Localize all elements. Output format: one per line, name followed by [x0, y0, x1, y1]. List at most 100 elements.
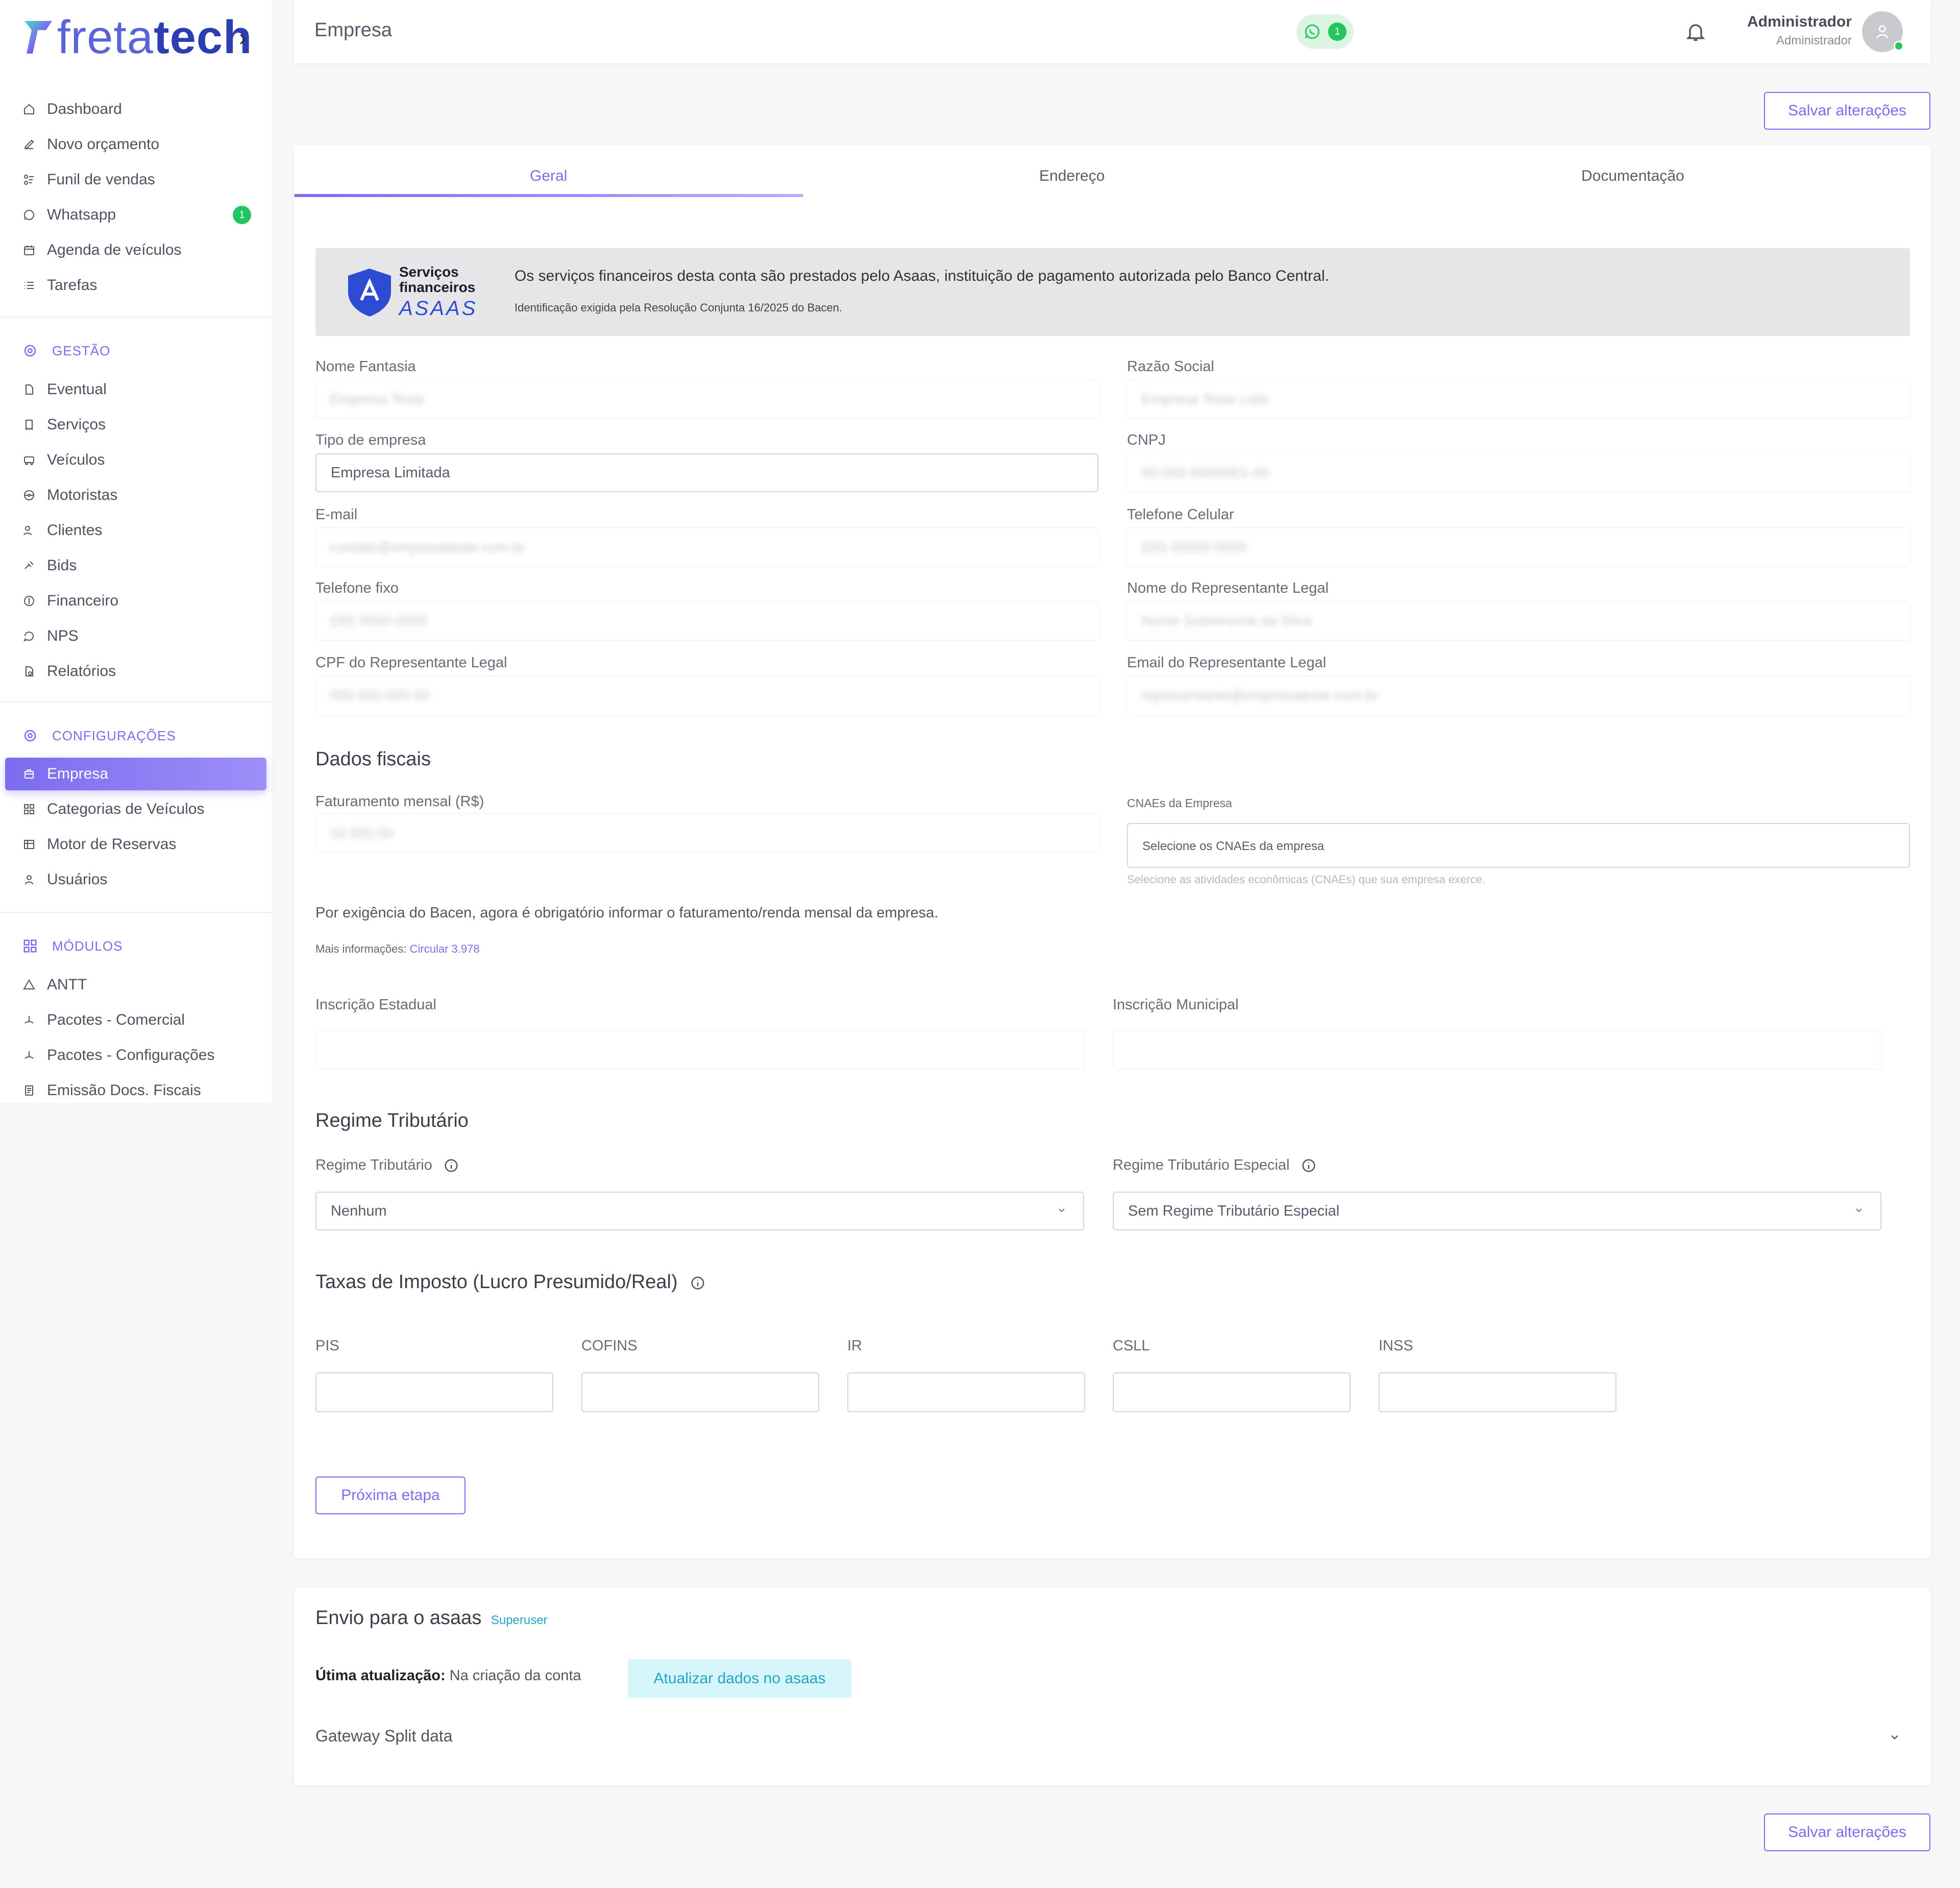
- info-icon[interactable]: [444, 1158, 459, 1173]
- taxas-title: Taxas de Imposto (Lucro Presumido/Real): [315, 1271, 705, 1293]
- brand-logo[interactable]: fretatech: [22, 11, 253, 63]
- steering-icon: [22, 489, 36, 502]
- regime-especial-select[interactable]: Sem Regime Tributário Especial: [1113, 1192, 1881, 1230]
- tipo-empresa-input[interactable]: Empresa Limitada: [315, 453, 1098, 492]
- sidebar-item-agenda-de-veiculos[interactable]: Agenda de veículos: [5, 234, 266, 267]
- info-icon[interactable]: [690, 1275, 705, 1291]
- sidebar-item-financeiro[interactable]: Financeiro: [5, 585, 266, 617]
- nome-representante-input[interactable]: Nome Sobrenome da Silva: [1127, 601, 1910, 640]
- circular-link[interactable]: Circular 3.978: [410, 942, 480, 955]
- inss-input[interactable]: [1379, 1372, 1616, 1412]
- sidebar: fretatech › Dashboard Novo orçamento Fun…: [0, 0, 272, 1103]
- more-info-note: Mais informações: Circular 3.978: [315, 942, 480, 956]
- pis-input[interactable]: [315, 1372, 553, 1412]
- update-asaas-button[interactable]: Atualizar dados no asaas: [628, 1659, 851, 1698]
- asaas-send-card: Envio para o asaas Superuser Útima atual…: [294, 1588, 1930, 1785]
- gear-icon: [22, 728, 38, 743]
- inscricao-municipal-input[interactable]: [1113, 1030, 1881, 1069]
- sidebar-item-motoristas[interactable]: Motoristas: [5, 479, 266, 512]
- sidebar-item-whatsapp[interactable]: Whatsapp 1: [5, 199, 266, 231]
- inscricao-municipal-label: Inscrição Municipal: [1113, 997, 1239, 1013]
- sidebar-item-label: Emissão Docs. Fiscais: [47, 1082, 201, 1099]
- sidebar-item-pacotes-comercial[interactable]: Pacotes - Comercial: [5, 1004, 266, 1036]
- gateway-split-label[interactable]: Gateway Split data: [315, 1727, 453, 1746]
- sidebar-item-categorias-de-veiculos[interactable]: Categorias de Veículos: [5, 793, 266, 826]
- tab-documentacao[interactable]: Documentação: [1581, 167, 1684, 185]
- cofins-label: COFINS: [581, 1338, 638, 1354]
- sidebar-item-servicos[interactable]: Serviços: [5, 408, 266, 441]
- bacen-note: Por exigência do Bacen, agora é obrigató…: [315, 905, 939, 921]
- next-step-button[interactable]: Próxima etapa: [315, 1476, 465, 1514]
- tab-geral[interactable]: Geral: [530, 167, 567, 185]
- razao-social-input[interactable]: Empresa Teste Ltda: [1127, 380, 1910, 419]
- inscricao-estadual-input[interactable]: [315, 1030, 1084, 1069]
- nome-fantasia-input[interactable]: Empresa Teste: [315, 380, 1098, 419]
- sidebar-item-relatorios[interactable]: Relatórios: [5, 655, 266, 688]
- bell-icon[interactable]: [1684, 19, 1707, 44]
- sidebar-item-nps[interactable]: NPS: [5, 620, 266, 652]
- whatsapp-icon: [1305, 24, 1320, 39]
- sidebar-item-label: ANTT: [47, 976, 87, 993]
- report-icon: [22, 665, 36, 678]
- sidebar-item-veiculos[interactable]: Veículos: [5, 444, 266, 476]
- gavel-icon: [22, 559, 36, 572]
- info-icon[interactable]: [1301, 1158, 1316, 1173]
- faturamento-value: 10.000,00: [330, 825, 394, 841]
- sidebar-item-label: Dashboard: [47, 101, 122, 117]
- cnaes-select[interactable]: Selecione os CNAEs da empresa: [1127, 823, 1910, 868]
- sidebar-item-label: Novo orçamento: [47, 136, 160, 153]
- sidebar-item-pacotes-configuracoes[interactable]: Pacotes - Configurações: [5, 1039, 266, 1072]
- more-info-prefix: Mais informações:: [315, 942, 407, 955]
- table-icon: [22, 838, 36, 851]
- email-representante-input[interactable]: representante@empresateste.com.br: [1127, 676, 1910, 715]
- cpf-representante-input[interactable]: 000.000.000-00: [315, 676, 1098, 715]
- user-name[interactable]: Administrador: [1747, 13, 1852, 31]
- sidebar-item-funil-de-vendas[interactable]: Funil de vendas: [5, 163, 266, 196]
- funnel-icon: [22, 173, 36, 186]
- regime-select[interactable]: Nenhum: [315, 1192, 1084, 1230]
- brand-wordmark: fretatech: [57, 11, 253, 63]
- sidebar-item-emissao-docs-fiscais[interactable]: Emissão Docs. Fiscais: [5, 1074, 266, 1107]
- sidebar-item-bids[interactable]: Bids: [5, 549, 266, 582]
- sidebar-item-label: Veículos: [47, 451, 105, 468]
- whatsapp-header-button[interactable]: 1: [1296, 14, 1354, 49]
- sidebar-item-motor-de-reservas[interactable]: Motor de Reservas: [5, 828, 266, 861]
- tipo-empresa-label: Tipo de empresa: [315, 432, 426, 448]
- sidebar-item-antt[interactable]: ANTT: [5, 969, 266, 1001]
- telefone-celular-value: (00) 00000-0000: [1141, 539, 1247, 555]
- sidebar-item-empresa[interactable]: Empresa: [5, 758, 266, 790]
- avatar[interactable]: [1862, 11, 1904, 52]
- chevron-down-icon[interactable]: [1888, 1730, 1902, 1744]
- asaas-logo-line2: financeiros: [399, 279, 476, 295]
- page-title: Empresa: [314, 19, 393, 41]
- pis-label: PIS: [315, 1338, 339, 1354]
- faturamento-input[interactable]: 10.000,00: [315, 814, 1098, 853]
- dados-fiscais-title: Dados fiscais: [315, 748, 431, 770]
- whatsapp-count-badge: 1: [233, 206, 251, 224]
- telefone-celular-input[interactable]: (00) 00000-0000: [1127, 528, 1910, 567]
- sidebar-item-clientes[interactable]: Clientes: [5, 514, 266, 547]
- telefone-fixo-input[interactable]: (00) 0000-0000: [315, 601, 1098, 640]
- sidebar-item-novo-orcamento[interactable]: Novo orçamento: [5, 128, 266, 161]
- collapse-sidebar-icon[interactable]: ›: [239, 23, 247, 51]
- sidebar-item-usuarios[interactable]: Usuários: [5, 863, 266, 896]
- tab-endereco[interactable]: Endereço: [1039, 167, 1105, 185]
- sidebar-item-tarefas[interactable]: Tarefas: [5, 269, 266, 302]
- document-icon: [22, 1084, 36, 1097]
- cofins-input[interactable]: [581, 1372, 819, 1412]
- ir-label: IR: [847, 1338, 862, 1354]
- ir-input[interactable]: [847, 1372, 1085, 1412]
- save-button-top[interactable]: Salvar alterações: [1764, 92, 1930, 130]
- email-input[interactable]: contato@empresateste.com.br: [315, 528, 1098, 567]
- grid-icon: [22, 803, 36, 816]
- cnpj-input[interactable]: 00.000.000/0001-00: [1127, 453, 1910, 492]
- tabs: Geral Endereço Documentação: [294, 145, 1930, 198]
- sidebar-item-eventual[interactable]: Eventual: [5, 373, 266, 406]
- csll-input[interactable]: [1113, 1372, 1351, 1412]
- regime-title: Regime Tributário: [315, 1110, 469, 1131]
- sidebar-item-dashboard[interactable]: Dashboard: [5, 93, 266, 126]
- email-label: E-mail: [315, 506, 358, 523]
- save-button-bottom[interactable]: Salvar alterações: [1764, 1813, 1930, 1851]
- chat-icon: [22, 630, 36, 643]
- sidebar-divider: [0, 317, 272, 318]
